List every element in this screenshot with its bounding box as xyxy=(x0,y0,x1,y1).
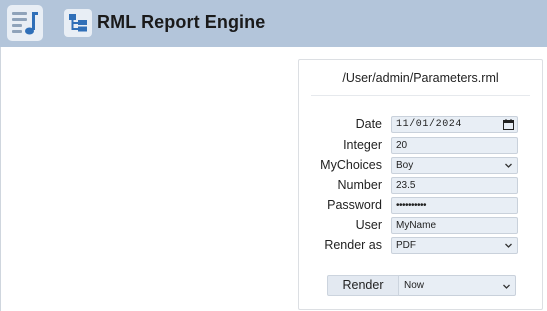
music-list-icon xyxy=(12,12,38,35)
parameters-panel: /User/admin/Parameters.rml Date 11/01/20… xyxy=(298,59,543,310)
chevron-down-icon xyxy=(505,243,512,248)
date-label: Date xyxy=(355,117,382,131)
number-label: Number xyxy=(337,178,382,192)
calendar-icon[interactable] xyxy=(503,119,514,130)
user-row: User MyName xyxy=(299,217,542,234)
render-as-row: Render as PDF xyxy=(299,237,542,254)
file-path: /User/admin/Parameters.rml xyxy=(342,71,499,85)
chevron-down-icon xyxy=(505,163,512,168)
render-as-label: Render as xyxy=(324,238,382,252)
number-row: Number 23.5 xyxy=(299,177,542,194)
password-input[interactable]: •••••••••• xyxy=(391,197,518,214)
mychoices-select[interactable]: Boy xyxy=(391,157,518,174)
hierarchy-icon xyxy=(69,14,87,32)
user-input[interactable]: MyName xyxy=(391,217,518,234)
integer-label: Integer xyxy=(343,138,382,152)
menu-button[interactable] xyxy=(7,5,43,41)
divider xyxy=(311,95,530,96)
date-value: 11/01/2024 xyxy=(396,119,463,130)
integer-row: Integer 20 xyxy=(299,137,542,154)
render-button[interactable]: Render xyxy=(327,275,399,296)
hierarchy-button[interactable] xyxy=(64,9,92,37)
date-input[interactable]: 11/01/2024 xyxy=(391,116,518,133)
left-divider xyxy=(0,47,1,311)
app-title: RML Report Engine xyxy=(97,12,266,32)
date-row: Date 11/01/2024 xyxy=(299,116,542,133)
render-when-select[interactable]: Now xyxy=(399,275,516,296)
mychoices-row: MyChoices Boy xyxy=(299,157,542,174)
mychoices-value: Boy xyxy=(396,160,414,171)
user-label: User xyxy=(355,218,382,232)
render-controls: Render Now xyxy=(327,275,516,296)
password-row: Password •••••••••• xyxy=(299,197,542,214)
chevron-down-icon xyxy=(503,284,510,289)
number-input[interactable]: 23.5 xyxy=(391,177,518,194)
render-as-select[interactable]: PDF xyxy=(391,237,518,254)
top-bar: RML Report Engine xyxy=(0,0,547,47)
password-label: Password xyxy=(327,198,382,212)
render-as-value: PDF xyxy=(396,240,416,251)
render-when-value: Now xyxy=(404,280,425,291)
integer-input[interactable]: 20 xyxy=(391,137,518,154)
mychoices-label: MyChoices xyxy=(320,158,382,172)
